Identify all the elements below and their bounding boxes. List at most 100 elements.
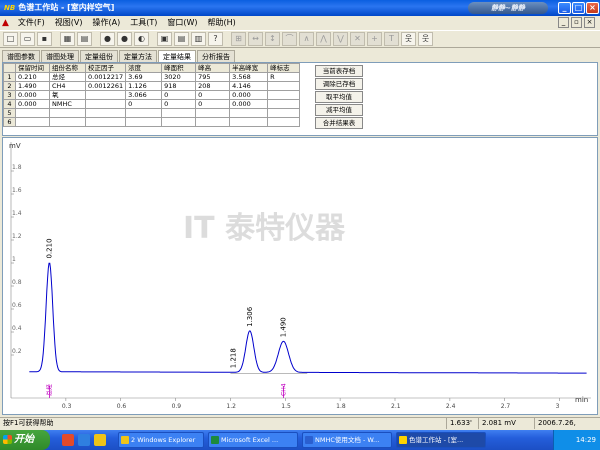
doc-close-button[interactable]: × — [584, 17, 595, 28]
column-header[interactable]: 峰面积 — [161, 63, 197, 73]
label-icon[interactable]: T — [384, 32, 399, 46]
table-cell[interactable] — [267, 99, 301, 109]
task-chrom-station[interactable]: 色谱工作站 - [室... — [396, 432, 486, 448]
table-cell[interactable]: 3.69 — [125, 72, 163, 82]
menu-help[interactable]: 帮助(H) — [203, 16, 241, 30]
print-icon[interactable]: ▣ — [157, 32, 172, 46]
tab-quant-method[interactable]: 定量方法 — [119, 50, 157, 62]
help-icon[interactable]: ? — [208, 32, 223, 46]
table-cell[interactable] — [49, 117, 86, 127]
table-cell[interactable] — [49, 108, 86, 118]
table-cell[interactable]: 1.126 — [125, 81, 163, 91]
table-cell[interactable]: 3.066 — [125, 90, 163, 100]
column-header[interactable] — [3, 63, 16, 73]
merge-icon[interactable]: ⋁ — [333, 32, 348, 46]
table-row[interactable]: 4 0.000 NMHC 0 0 0 0.000 — [3, 99, 301, 109]
play-icon[interactable]: ◐ — [134, 32, 149, 46]
tab-quant-components[interactable]: 定量组份 — [80, 50, 118, 62]
merge-results-button[interactable]: 合并结果表 — [315, 117, 363, 129]
table-row[interactable]: 1 0.210 总烃 0.0012217 3.69 3020 795 3.568 R — [3, 72, 301, 82]
column-header[interactable]: 保留时间 — [15, 63, 50, 73]
table-cell[interactable]: 3.568 — [229, 72, 269, 82]
table-cell[interactable] — [15, 108, 50, 118]
column-header[interactable]: 峰高 — [195, 63, 231, 73]
peak-icon[interactable]: ∧ — [299, 32, 314, 46]
table-cell[interactable]: 0 — [195, 90, 231, 100]
close-button[interactable]: × — [586, 2, 599, 14]
quicklaunch-icon[interactable] — [62, 434, 74, 446]
table-cell[interactable]: 0.210 — [15, 72, 50, 82]
table-cell[interactable] — [84, 117, 127, 127]
open-icon[interactable]: ▭ — [20, 32, 35, 46]
table-cell[interactable]: 795 — [195, 72, 231, 82]
grid-icon[interactable]: ▤ — [77, 32, 92, 46]
column-header[interactable]: 组份名称 — [49, 63, 86, 73]
subtract-average-button[interactable]: 减平均值 — [315, 104, 363, 116]
doc-icon[interactable]: ▲ — [2, 18, 9, 28]
people-icon[interactable]: 웃 — [418, 32, 433, 46]
column-header[interactable]: 半高峰宽 — [229, 63, 269, 73]
table-cell[interactable] — [161, 117, 197, 127]
table-cell[interactable] — [229, 108, 269, 118]
table-cell[interactable]: 0.000 — [15, 90, 50, 100]
task-word[interactable]: NMHC使用文档 - W... — [302, 432, 392, 448]
table-cell[interactable]: 0 — [161, 99, 197, 109]
table-cell[interactable]: 0.0012217 — [84, 72, 127, 82]
chromatogram-chart[interactable]: mV min IT 泰特仪器 0.20.40.60.811.21.41.61.8… — [3, 138, 597, 414]
ie-icon[interactable] — [78, 434, 90, 446]
tab-chrom-processing[interactable]: 谱图处理 — [41, 50, 79, 62]
split-icon[interactable]: ⋀ — [316, 32, 331, 46]
table-cell[interactable] — [267, 81, 301, 91]
table-cell[interactable] — [267, 90, 301, 100]
table-cell[interactable] — [84, 108, 127, 118]
table-row[interactable]: 6 — [3, 117, 301, 127]
minimize-button[interactable]: _ — [558, 2, 571, 14]
table-cell[interactable]: NMHC — [49, 99, 86, 109]
table-icon[interactable]: ▦ — [60, 32, 75, 46]
person-icon[interactable]: 웃 — [401, 32, 416, 46]
tab-chrom-params[interactable]: 谱图参数 — [2, 50, 40, 62]
table-cell[interactable] — [125, 117, 163, 127]
table-cell[interactable] — [84, 99, 127, 109]
table-cell[interactable]: 0.000 — [229, 90, 269, 100]
table-cell[interactable] — [195, 117, 231, 127]
menu-view[interactable]: 视图(V) — [50, 16, 88, 30]
add-peak-icon[interactable]: + — [367, 32, 382, 46]
maximize-button[interactable]: □ — [572, 2, 585, 14]
table-cell[interactable]: 1.490 — [15, 81, 50, 91]
zoom-x-icon[interactable]: ↔ — [248, 32, 263, 46]
save-icon[interactable]: ▪ — [37, 32, 52, 46]
table-cell[interactable]: R — [267, 72, 301, 82]
stop-icon[interactable]: ● — [100, 32, 115, 46]
table-cell[interactable] — [229, 117, 269, 127]
table-cell[interactable]: 0.000 — [229, 99, 269, 109]
tab-analysis-report[interactable]: 分析报告 — [197, 50, 235, 62]
start-button[interactable]: 开始 — [0, 430, 50, 450]
table-cell[interactable]: 0 — [161, 90, 197, 100]
baseline-icon[interactable]: ⌒ — [282, 32, 297, 46]
report-icon[interactable]: ▥ — [191, 32, 206, 46]
table-cell[interactable]: 918 — [161, 81, 197, 91]
table-cell[interactable]: 氧 — [49, 90, 86, 100]
table-cell[interactable] — [161, 108, 197, 118]
clear-saved-button[interactable]: 调除已存档 — [315, 78, 363, 90]
table-cell[interactable]: 0.0012261 — [84, 81, 127, 91]
table-cell[interactable]: 总烃 — [49, 72, 86, 82]
task-excel[interactable]: Microsoft Excel ... — [208, 432, 298, 448]
table-cell[interactable] — [267, 117, 301, 127]
chromatogram-panel[interactable]: mV min IT 泰特仪器 0.2 0.4 0.6 0.8 1 1.2 1.4 1.6 1.8… — [2, 137, 598, 415]
table-row[interactable]: 3 0.000 氧 3.066 0 0 0.000 — [3, 90, 301, 100]
table-row[interactable]: 5 — [3, 108, 301, 118]
table-cell[interactable]: 4.146 — [229, 81, 269, 91]
take-average-button[interactable]: 取平均值 — [315, 91, 363, 103]
doc-minimize-button[interactable]: _ — [558, 17, 569, 28]
zoom-y-icon[interactable]: ↕ — [265, 32, 280, 46]
task-windows-explorer[interactable]: 2 Windows Explorer — [118, 432, 204, 448]
doc-restore-button[interactable]: ▫ — [571, 17, 582, 28]
menu-tools[interactable]: 工具(T) — [125, 16, 162, 30]
menu-window[interactable]: 窗口(W) — [162, 16, 202, 30]
table-cell[interactable]: 3020 — [161, 72, 197, 82]
table-row[interactable]: 2 1.490 CH4 0.0012261 1.126 918 208 4.146 — [3, 81, 301, 91]
table-cell[interactable]: 0 — [195, 99, 231, 109]
table-cell[interactable] — [15, 117, 50, 127]
